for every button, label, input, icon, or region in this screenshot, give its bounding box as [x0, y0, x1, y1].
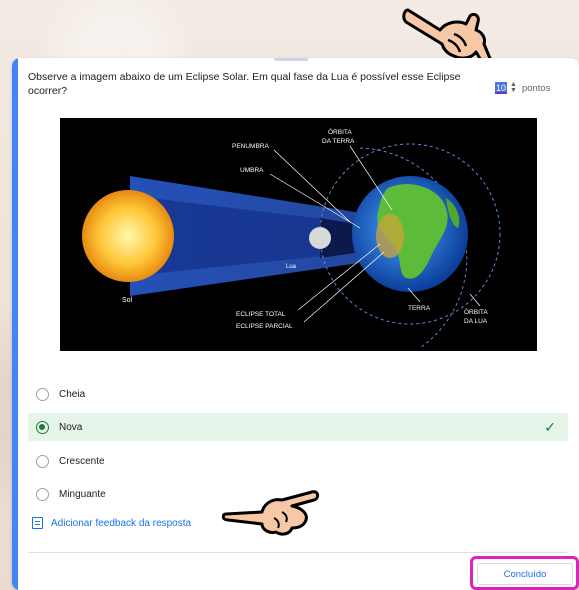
radio-button-selected[interactable]	[36, 420, 49, 434]
points-control: 10 ▲ ▼ pontos	[495, 81, 551, 94]
divider	[28, 552, 567, 553]
radio-button[interactable]	[36, 387, 49, 401]
active-card-indicator	[12, 58, 18, 590]
option-label: Nova	[59, 421, 83, 433]
option-label: Cheia	[59, 388, 86, 400]
label-orbit-earth-2: DA TERRA	[322, 138, 355, 145]
points-input[interactable]: 10	[495, 82, 507, 94]
done-button[interactable]: Concluído	[477, 563, 573, 585]
option-label: Crescente	[59, 455, 105, 467]
label-eclipse-total: ECLIPSE TOTAL	[236, 311, 286, 318]
points-spinner-icon[interactable]: ▲ ▼	[510, 81, 517, 94]
eclipse-image: PENUMBRA UMBRA ÓRBITA DA TERRA Lua Sol E…	[60, 118, 537, 351]
option-cheia[interactable]: Cheia	[28, 380, 568, 408]
label-lua: Lua	[286, 264, 297, 270]
sun-icon	[82, 190, 174, 282]
add-feedback-button[interactable]: Adicionar feedback da resposta	[32, 517, 191, 529]
add-feedback-label: Adicionar feedback da resposta	[51, 517, 192, 529]
pointing-hand-icon	[222, 490, 320, 536]
question-text[interactable]: Observe a imagem abaixo de um Eclipse So…	[28, 70, 468, 98]
checkmark-icon: ✓	[544, 418, 556, 435]
drag-handle[interactable]	[274, 58, 308, 61]
radio-button[interactable]	[36, 454, 49, 468]
feedback-icon	[32, 517, 43, 529]
option-label: Minguante	[59, 488, 106, 500]
radio-button[interactable]	[36, 487, 49, 501]
moon-icon	[309, 227, 331, 249]
option-crescente[interactable]: Crescente	[28, 447, 568, 475]
label-eclipse-parcial: ECLIPSE PARCIAL	[236, 323, 293, 330]
label-orbit-earth: ÓRBITA	[328, 127, 352, 136]
label-penumbra: PENUMBRA	[232, 143, 270, 150]
label-orbit-moon-2: DA LUA	[464, 318, 488, 325]
option-nova[interactable]: Nova ✓	[28, 413, 568, 441]
label-orbit-moon: ÓRBITA	[464, 307, 488, 316]
label-sol: Sol	[122, 297, 133, 304]
label-umbra: UMBRA	[240, 167, 264, 174]
label-terra: TERRA	[408, 305, 431, 312]
points-label: pontos	[521, 82, 551, 94]
